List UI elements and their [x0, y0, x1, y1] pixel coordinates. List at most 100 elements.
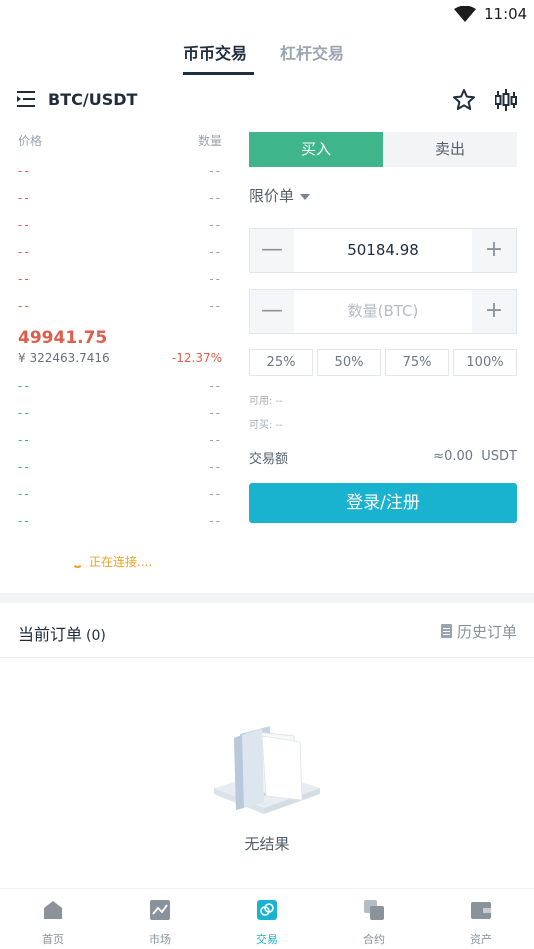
ask-price: -- — [18, 218, 31, 232]
ask-quantity: -- — [209, 299, 222, 313]
nav-home[interactable]: 首页 — [0, 889, 106, 949]
pair-name[interactable]: BTC/USDT — [48, 90, 137, 109]
pair-bar: BTC/USDT — [0, 84, 534, 118]
amount-label: 交易额 — [249, 452, 289, 467]
buy-tab[interactable]: 买入 — [249, 132, 383, 167]
status-bar: 11:04 — [0, 0, 534, 30]
price-increase-button[interactable]: + — [472, 229, 516, 272]
buy-sell-toggle: 买入 卖出 — [249, 132, 517, 167]
login-register-button[interactable]: 登录/注册 — [249, 483, 517, 523]
bid-quantity: -- — [209, 433, 222, 447]
bid-price: -- — [18, 487, 31, 501]
market-chart-icon — [150, 900, 170, 920]
price-decrease-button[interactable]: — — [250, 229, 294, 272]
ask-row[interactable]: -- -- — [18, 218, 222, 245]
bid-price: -- — [18, 379, 31, 393]
nav-market[interactable]: 市场 — [107, 889, 213, 949]
percent-100-button[interactable]: 100% — [453, 349, 517, 376]
bid-price: -- — [18, 433, 31, 447]
star-icon[interactable] — [452, 88, 476, 112]
contract-icon — [364, 900, 384, 920]
order-type-select[interactable]: 限价单 — [249, 185, 311, 206]
price-stepper: — 50184.98 + — [249, 228, 517, 273]
bid-row[interactable]: -- -- — [18, 514, 222, 541]
available-balance: 可用: -- — [249, 396, 283, 407]
bid-price: -- — [18, 514, 31, 528]
order-book-header: 价格 数量 — [18, 132, 222, 149]
bid-quantity: -- — [209, 487, 222, 501]
bid-row[interactable]: -- -- — [18, 460, 222, 487]
menu-icon[interactable] — [17, 90, 37, 108]
bottom-navigation: 首页 市场 交易 合约 资产 — [0, 888, 534, 949]
quantity-column-header: 数量 — [197, 134, 222, 148]
ask-quantity: -- — [209, 218, 222, 232]
quantity-decrease-button[interactable]: — — [250, 290, 294, 333]
candlestick-icon[interactable] — [495, 88, 517, 112]
cny-price: ¥ 322463.7416 — [18, 351, 110, 365]
ask-row[interactable]: -- -- — [18, 164, 222, 191]
amount-value: ≈0.00 USDT — [433, 449, 517, 464]
ask-row[interactable]: -- -- — [18, 191, 222, 218]
ask-price: -- — [18, 164, 31, 178]
ask-quantity: -- — [209, 191, 222, 205]
bid-quantity: -- — [209, 460, 222, 474]
price-column-header: 价格 — [18, 134, 43, 148]
ask-quantity: -- — [209, 164, 222, 178]
bid-row[interactable]: -- -- — [18, 379, 222, 406]
nav-trade[interactable]: 交易 — [214, 889, 320, 949]
bid-row[interactable]: -- -- — [18, 433, 222, 460]
amount-unit: USDT — [481, 449, 517, 464]
empty-state-text: 无结果 — [244, 835, 290, 853]
status-time: 11:04 — [484, 5, 528, 23]
ask-row[interactable]: -- -- — [18, 245, 222, 272]
bid-row[interactable]: -- -- — [18, 406, 222, 433]
tab-spot-trading[interactable]: 币币交易 — [183, 40, 247, 64]
loading-spinner-icon — [72, 557, 83, 568]
tab-margin-trading[interactable]: 杠杆交易 — [280, 40, 344, 64]
bid-quantity: -- — [209, 514, 222, 528]
ask-quantity: -- — [209, 245, 222, 259]
current-orders-label: 当前订单 — [18, 625, 83, 644]
connecting-status: 正在连接.... — [72, 553, 152, 570]
quantity-input[interactable]: 数量(BTC) — [294, 290, 472, 333]
caret-down-icon — [300, 193, 311, 200]
nav-assets[interactable]: 资产 — [428, 889, 534, 949]
connecting-text: 正在连接.... — [89, 555, 153, 569]
bid-row[interactable]: -- -- — [18, 487, 222, 514]
order-type-label: 限价单 — [249, 187, 295, 205]
home-icon — [44, 901, 62, 919]
percent-75-button[interactable]: 75% — [385, 349, 449, 376]
bid-price: -- — [18, 460, 31, 474]
active-tab-indicator — [183, 72, 254, 75]
last-price: 49941.75 — [18, 328, 108, 348]
wifi-icon — [454, 6, 476, 22]
nav-assets-label: 资产 — [470, 933, 492, 946]
sell-tab[interactable]: 卖出 — [383, 132, 517, 167]
bid-quantity: -- — [209, 379, 222, 393]
ask-row[interactable]: -- -- — [18, 272, 222, 299]
percent-50-button[interactable]: 50% — [317, 349, 381, 376]
amount-number: ≈0.00 — [433, 449, 474, 464]
trade-icon — [257, 900, 277, 920]
bid-price: -- — [18, 406, 31, 420]
nav-home-label: 首页 — [42, 933, 64, 946]
history-orders-link[interactable]: 历史订单 — [440, 621, 517, 642]
bid-quantity: -- — [209, 406, 222, 420]
ask-price: -- — [18, 272, 31, 286]
price-input[interactable]: 50184.98 — [294, 229, 472, 272]
section-divider — [0, 593, 534, 603]
percent-25-button[interactable]: 25% — [249, 349, 313, 376]
nav-trade-label: 交易 — [256, 933, 278, 946]
nav-contract[interactable]: 合约 — [321, 889, 427, 949]
trade-mode-tabs: 币币交易 杠杆交易 — [0, 38, 534, 78]
nav-market-label: 市场 — [149, 933, 171, 946]
ask-price: -- — [18, 191, 31, 205]
nav-contract-label: 合约 — [363, 933, 385, 946]
wallet-icon — [471, 902, 491, 919]
orders-header: 当前订单 (0) 历史订单 — [0, 603, 534, 658]
ask-price: -- — [18, 245, 31, 259]
ask-row[interactable]: -- -- — [18, 299, 222, 326]
percent-options: 25% 50% 75% 100% — [249, 349, 517, 376]
quantity-increase-button[interactable]: + — [472, 290, 516, 333]
can-buy-amount: 可买: -- — [249, 420, 283, 431]
